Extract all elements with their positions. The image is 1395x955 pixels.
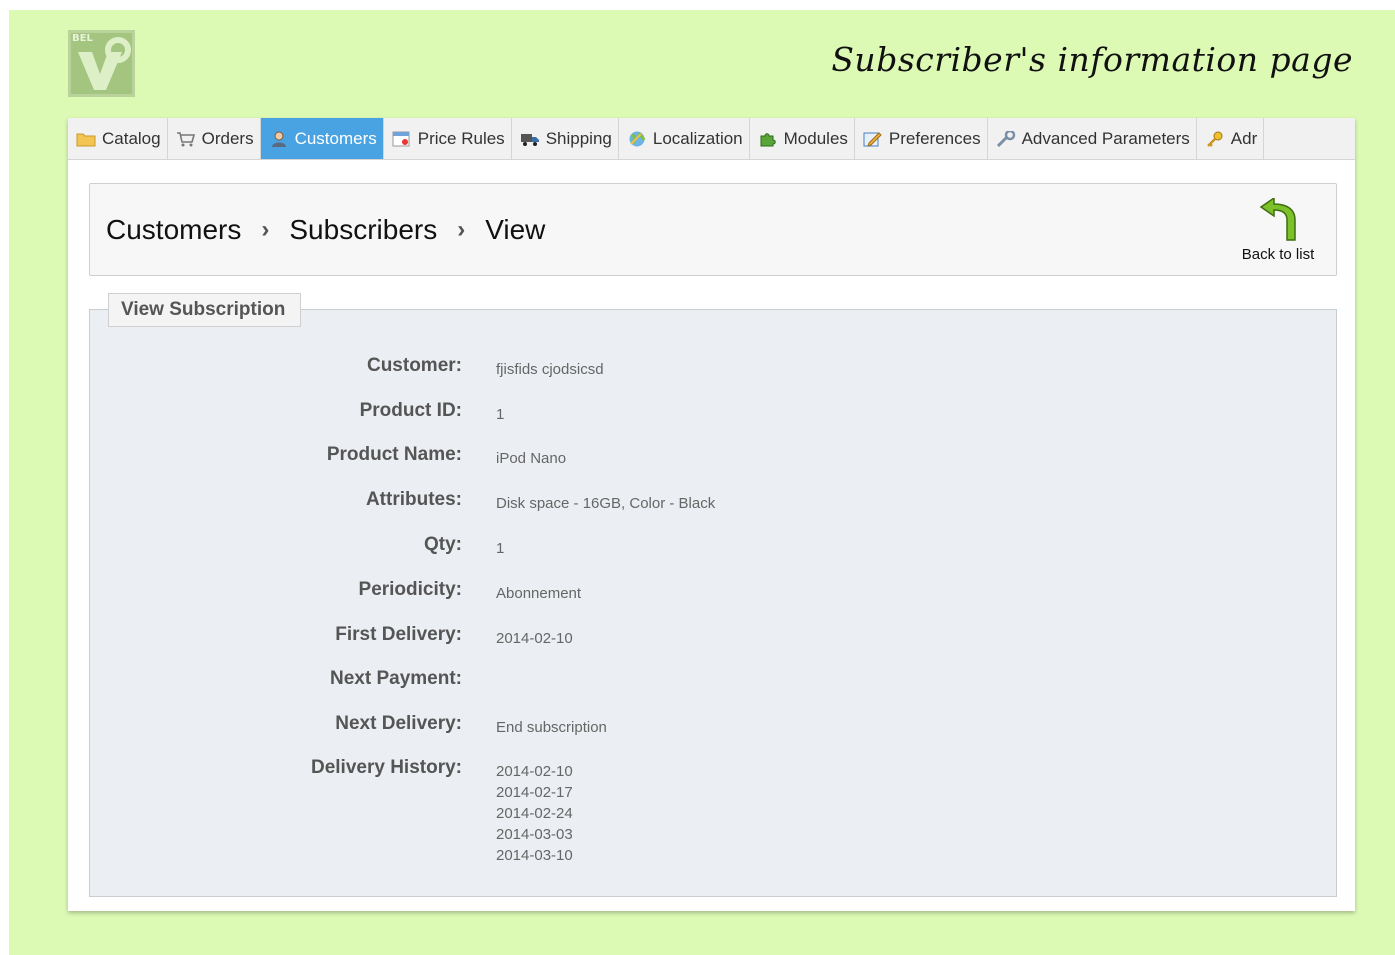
tab-orders[interactable]: Orders	[168, 118, 261, 159]
tab-label: Price Rules	[417, 128, 505, 148]
field-label: Product Name:	[326, 444, 462, 465]
field-label: Periodicity:	[358, 579, 462, 600]
back-to-list-label: Back to list	[1241, 246, 1315, 263]
tab-shipping[interactable]: Shipping	[512, 118, 619, 159]
field-label: Product ID:	[359, 400, 462, 421]
breadcrumb-item-subscribers[interactable]: Subscribers	[289, 214, 437, 246]
tab-label: Preferences	[888, 128, 981, 148]
list-item: 2014-02-10	[496, 763, 573, 780]
tab-preferences[interactable]: Preferences	[855, 118, 988, 159]
field-value: End subscription	[496, 719, 607, 736]
field-label: Next Delivery:	[335, 713, 462, 734]
tab-label: Modules	[783, 128, 848, 148]
field-value: fjisfids cjodsicsd	[496, 361, 604, 378]
list-item: 2014-03-03	[496, 826, 573, 843]
edit-icon	[863, 131, 883, 147]
delivery-history-list: 2014-02-10 2014-02-17 2014-02-24 2014-03…	[496, 761, 573, 866]
user-icon	[269, 131, 289, 147]
logo-icon: BEL	[68, 30, 135, 97]
breadcrumb-item-view: View	[485, 214, 546, 245]
tab-administration[interactable]: Adr	[1197, 118, 1265, 159]
back-to-list-button[interactable]: Back to list	[1236, 198, 1320, 263]
breadcrumb-item-customers[interactable]: Customers	[106, 214, 241, 246]
back-arrow-icon	[1236, 198, 1320, 242]
field-label: First Delivery:	[335, 624, 462, 645]
tab-label: Customers	[294, 128, 377, 148]
list-item: 2014-03-10	[496, 847, 573, 864]
list-item: 2014-02-24	[496, 805, 573, 822]
tab-label: Catalog	[102, 128, 161, 148]
tab-label: Localization	[652, 128, 743, 148]
field-label: Qty:	[424, 534, 462, 555]
price-tag-icon	[392, 131, 412, 147]
tab-catalog[interactable]: Catalog	[68, 118, 168, 159]
main-menu: Catalog Orders Customers Price Rules Shi…	[68, 118, 1355, 160]
list-item: 2014-02-17	[496, 784, 573, 801]
field-label: Customer:	[366, 355, 462, 376]
field-value: Abonnement	[496, 585, 582, 602]
tab-advanced-parameters[interactable]: Advanced Parameters	[988, 118, 1197, 159]
breadcrumb: Customers › Subscribers › View	[106, 214, 545, 246]
field-label: Delivery History:	[310, 757, 462, 778]
tab-customers[interactable]: Customers	[260, 118, 384, 159]
admin-panel: Catalog Orders Customers Price Rules Shi…	[68, 118, 1355, 911]
tab-price-rules[interactable]: Price Rules	[384, 118, 512, 159]
puzzle-icon	[758, 131, 778, 147]
cart-icon	[176, 131, 196, 147]
field-value: 1	[496, 540, 505, 557]
tab-label: Adr	[1230, 128, 1258, 148]
tab-localization[interactable]: Localization	[619, 118, 750, 159]
breadcrumb-separator: ›	[261, 216, 270, 243]
tab-label: Orders	[201, 128, 254, 148]
folder-icon	[76, 131, 96, 147]
key-icon	[1205, 131, 1225, 147]
field-value: Disk space - 16GB, Color - Black	[496, 495, 716, 512]
field-label: Attributes:	[365, 489, 462, 510]
truck-icon	[520, 131, 540, 147]
globe-icon	[627, 131, 647, 147]
breadcrumb-separator: ›	[457, 216, 466, 243]
svg-text:BEL: BEL	[72, 33, 93, 44]
wrench-icon	[996, 129, 1016, 147]
field-value: 1	[496, 406, 505, 423]
tab-label: Advanced Parameters	[1021, 128, 1190, 148]
field-value: iPod Nano	[496, 450, 567, 467]
fieldset-legend: View Subscription	[108, 293, 301, 327]
toolbar-header: Customers › Subscribers › View Back to l…	[89, 183, 1337, 276]
field-label: Next Payment:	[330, 668, 462, 689]
field-value: 2014-02-10	[496, 630, 573, 647]
page-title: Subscriber's information page	[831, 40, 1353, 79]
subscription-fieldset: Customer: fjisfids cjodsicsd Product ID:…	[89, 309, 1337, 897]
tab-modules[interactable]: Modules	[750, 118, 855, 159]
tab-label: Shipping	[545, 128, 612, 148]
